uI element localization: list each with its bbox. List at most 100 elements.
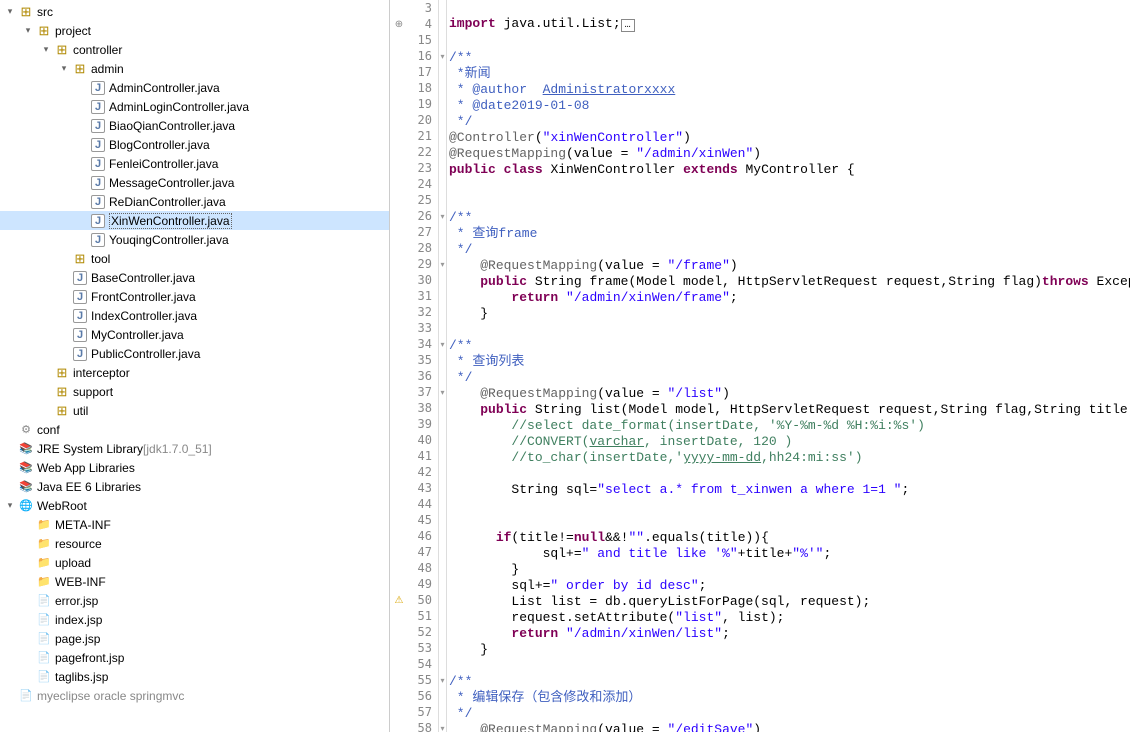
fold-toggle-icon[interactable]: ▾: [439, 336, 446, 352]
tree-node-tool[interactable]: tool: [0, 249, 389, 268]
tree-node-biaoqiancontroller-java[interactable]: BiaoQianController.java: [0, 116, 389, 135]
code-line[interactable]: return "/admin/xinWen/list";: [449, 626, 1130, 642]
code-line[interactable]: */: [449, 370, 1130, 386]
code-line[interactable]: //CONVERT(varchar, insertDate, 120 ): [449, 434, 1130, 450]
tree-node-webroot[interactable]: ▾WebRoot: [0, 496, 389, 515]
code-line[interactable]: [449, 322, 1130, 338]
fold-toggle-icon[interactable]: ▾: [439, 208, 446, 224]
code-line[interactable]: * 查询列表: [449, 354, 1130, 370]
code-line[interactable]: /**: [449, 50, 1130, 66]
tree-node-publiccontroller-java[interactable]: PublicController.java: [0, 344, 389, 363]
code-line[interactable]: */: [449, 242, 1130, 258]
tree-node-mycontroller-java[interactable]: MyController.java: [0, 325, 389, 344]
tree-node-project[interactable]: ▾project: [0, 21, 389, 40]
fold-toggle-icon[interactable]: ▾: [439, 720, 446, 732]
tree-node-java-ee-6-libraries[interactable]: Java EE 6 Libraries: [0, 477, 389, 496]
tree-node-support[interactable]: support: [0, 382, 389, 401]
tree-node-resource[interactable]: resource: [0, 534, 389, 553]
tree-node-controller[interactable]: ▾controller: [0, 40, 389, 59]
code-line[interactable]: [449, 0, 1130, 16]
code-line[interactable]: sql+=" order by id desc";: [449, 578, 1130, 594]
code-line[interactable]: [449, 498, 1130, 514]
fold-toggle-icon[interactable]: ▾: [439, 384, 446, 400]
code-line[interactable]: return "/admin/xinWen/frame";: [449, 290, 1130, 306]
tree-node-error-jsp[interactable]: error.jsp: [0, 591, 389, 610]
code-line[interactable]: @RequestMapping(value = "/list"): [449, 386, 1130, 402]
code-line[interactable]: /**: [449, 338, 1130, 354]
tree-node-taglibs-jsp[interactable]: taglibs.jsp: [0, 667, 389, 686]
tree-node-interceptor[interactable]: interceptor: [0, 363, 389, 382]
expander-icon[interactable]: ▾: [56, 61, 72, 77]
code-line[interactable]: @RequestMapping(value = "/frame"): [449, 258, 1130, 274]
code-line[interactable]: [449, 178, 1130, 194]
tree-node-xinwencontroller-java[interactable]: XinWenController.java: [0, 211, 389, 230]
code-line[interactable]: }: [449, 562, 1130, 578]
tree-node-pagefront-jsp[interactable]: pagefront.jsp: [0, 648, 389, 667]
code-line[interactable]: sql+=" and title like '%"+title+"%'";: [449, 546, 1130, 562]
tree-node-src[interactable]: ▾src: [0, 2, 389, 21]
code-line[interactable]: request.setAttribute("list", list);: [449, 610, 1130, 626]
tree-node-indexcontroller-java[interactable]: IndexController.java: [0, 306, 389, 325]
code-area[interactable]: import java.util.List;… /** *新闻 * @autho…: [447, 0, 1130, 732]
code-line[interactable]: String sql="select a.* from t_xinwen a w…: [449, 482, 1130, 498]
code-line[interactable]: @RequestMapping(value = "/admin/xinWen"): [449, 146, 1130, 162]
project-explorer[interactable]: ▾src▾project▾controller▾adminAdminContro…: [0, 0, 390, 732]
expander-icon: [2, 422, 18, 438]
tree-node-web-inf[interactable]: WEB-INF: [0, 572, 389, 591]
code-line[interactable]: //to_char(insertDate,'yyyy-mm-dd,hh24:mi…: [449, 450, 1130, 466]
fold-toggle-icon[interactable]: ▾: [439, 256, 446, 272]
code-line[interactable]: *新闻: [449, 66, 1130, 82]
code-line[interactable]: [449, 34, 1130, 50]
tree-node-upload[interactable]: upload: [0, 553, 389, 572]
expander-icon[interactable]: ▾: [38, 42, 54, 58]
code-line[interactable]: * 编辑保存（包含修改和添加）: [449, 690, 1130, 706]
code-line[interactable]: */: [449, 706, 1130, 722]
tree-node-myeclipse-oracle-springmvc[interactable]: myeclipse oracle springmvc: [0, 686, 389, 705]
tree-node-messagecontroller-java[interactable]: MessageController.java: [0, 173, 389, 192]
tree-node-fenleicontroller-java[interactable]: FenleiController.java: [0, 154, 389, 173]
code-line[interactable]: /**: [449, 674, 1130, 690]
code-line[interactable]: public String list(Model model, HttpServ…: [449, 402, 1130, 418]
code-editor[interactable]: ⊕⚠ 3415161718192021222324252627282930313…: [390, 0, 1130, 732]
code-line[interactable]: * @author Administratorxxxx: [449, 82, 1130, 98]
gutter-marker-empty: [390, 384, 408, 400]
fold-toggle-icon[interactable]: ▾: [439, 48, 446, 64]
code-line[interactable]: [449, 658, 1130, 674]
tree-node-conf[interactable]: conf: [0, 420, 389, 439]
code-line[interactable]: [449, 194, 1130, 210]
tree-node-youqingcontroller-java[interactable]: YouqingController.java: [0, 230, 389, 249]
code-line[interactable]: }: [449, 306, 1130, 322]
code-line[interactable]: * @date2019-01-08: [449, 98, 1130, 114]
expander-icon[interactable]: ▾: [2, 4, 18, 20]
tree-node-page-jsp[interactable]: page.jsp: [0, 629, 389, 648]
tree-node-blogcontroller-java[interactable]: BlogController.java: [0, 135, 389, 154]
code-line[interactable]: /**: [449, 210, 1130, 226]
code-line[interactable]: [449, 466, 1130, 482]
code-line[interactable]: List list = db.queryListForPage(sql, req…: [449, 594, 1130, 610]
tree-node-meta-inf[interactable]: META-INF: [0, 515, 389, 534]
code-line[interactable]: public class XinWenController extends My…: [449, 162, 1130, 178]
code-line[interactable]: public String frame(Model model, HttpSer…: [449, 274, 1130, 290]
fold-toggle-icon[interactable]: ▾: [439, 672, 446, 688]
tree-node-util[interactable]: util: [0, 401, 389, 420]
code-line[interactable]: }: [449, 642, 1130, 658]
tree-node-index-jsp[interactable]: index.jsp: [0, 610, 389, 629]
tree-node-adminlogincontroller-java[interactable]: AdminLoginController.java: [0, 97, 389, 116]
tree-node-jre-system-library-[interactable]: JRE System Library [jdk1.7.0_51]: [0, 439, 389, 458]
code-line[interactable]: import java.util.List;…: [449, 16, 1130, 34]
tree-node-frontcontroller-java[interactable]: FrontController.java: [0, 287, 389, 306]
code-line[interactable]: * 查询frame: [449, 226, 1130, 242]
tree-node-web-app-libraries[interactable]: Web App Libraries: [0, 458, 389, 477]
code-line[interactable]: //select date_format(insertDate, '%Y-%m-…: [449, 418, 1130, 434]
code-line[interactable]: @RequestMapping(value = "/editSave"): [449, 722, 1130, 732]
expander-icon[interactable]: ▾: [20, 23, 36, 39]
code-line[interactable]: @Controller("xinWenController"): [449, 130, 1130, 146]
tree-node-admin[interactable]: ▾admin: [0, 59, 389, 78]
code-line[interactable]: if(title!=null&&!"".equals(title)){: [449, 530, 1130, 546]
tree-node-basecontroller-java[interactable]: BaseController.java: [0, 268, 389, 287]
code-line[interactable]: */: [449, 114, 1130, 130]
code-line[interactable]: [449, 514, 1130, 530]
tree-node-rediancontroller-java[interactable]: ReDianController.java: [0, 192, 389, 211]
expander-icon[interactable]: ▾: [2, 498, 18, 514]
tree-node-admincontroller-java[interactable]: AdminController.java: [0, 78, 389, 97]
